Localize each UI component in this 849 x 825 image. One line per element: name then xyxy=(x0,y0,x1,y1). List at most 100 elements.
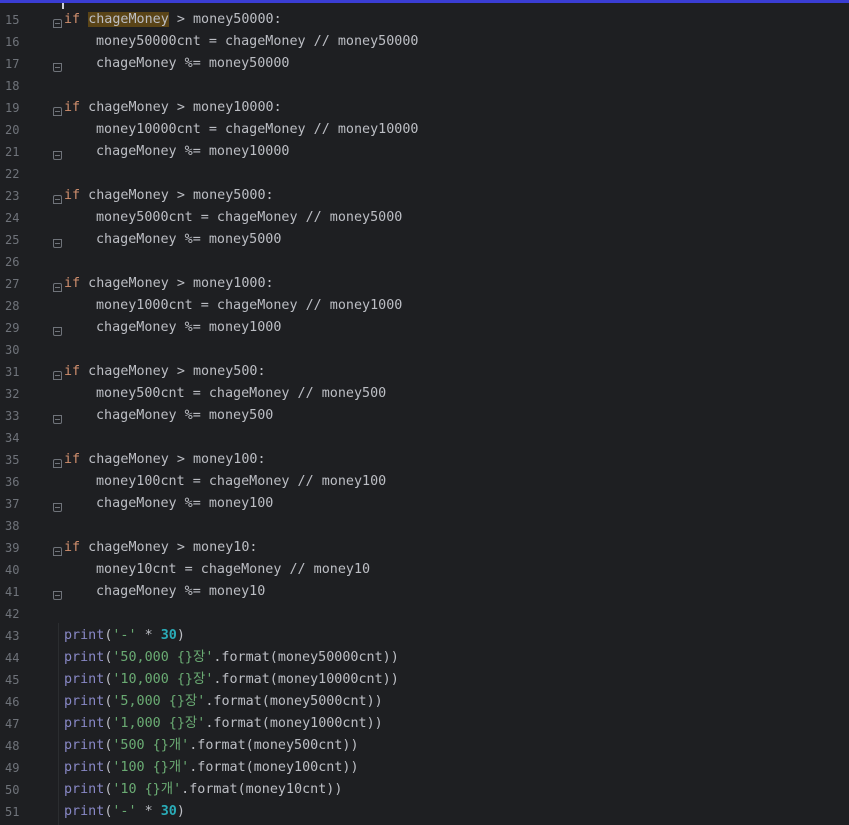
code-line[interactable]: money100cnt = chageMoney // money100 xyxy=(96,471,386,493)
code-token: chageMoney %= money10 xyxy=(96,584,266,599)
line-number: 28 xyxy=(5,299,20,313)
code-line[interactable]: money10cnt = chageMoney // money10 xyxy=(96,559,370,581)
string-token: '5,000 {}장' xyxy=(112,694,206,709)
string-token: '10,000 {}장' xyxy=(112,672,214,687)
code-line[interactable]: print('-' * 30) xyxy=(64,801,185,823)
code-token: chageMoney %= money10000 xyxy=(96,144,290,159)
builtin-token: print xyxy=(64,804,105,819)
code-token: money1000cnt = chageMoney // money1000 xyxy=(96,298,403,313)
code-token: .format(money50000cnt)) xyxy=(213,650,399,665)
code-line[interactable]: money50000cnt = chageMoney // money50000 xyxy=(96,31,418,53)
code-line[interactable]: money1000cnt = chageMoney // money1000 xyxy=(96,295,402,317)
line-number: 50 xyxy=(5,783,20,797)
code-token: money500cnt = chageMoney // money500 xyxy=(96,386,387,401)
line-number: 16 xyxy=(5,35,20,49)
code-line[interactable]: if chageMoney > money10000: xyxy=(64,97,282,119)
fold-close-icon[interactable] xyxy=(53,239,62,248)
string-token: '10 {}개' xyxy=(112,782,182,797)
fold-open-icon[interactable] xyxy=(53,283,62,292)
keyword-token: if xyxy=(64,452,81,467)
code-line[interactable]: print('10,000 {}장'.format(money10000cnt)… xyxy=(64,669,399,691)
line-number: 34 xyxy=(5,431,20,445)
code-token: chageMoney > money500: xyxy=(80,364,266,379)
code-line[interactable]: chageMoney %= money1000 xyxy=(96,317,281,339)
line-number-gutter: 15 16 17 18 19 20 21 22 23 24 25 26 27 28 29 30 31 32 33 34… xyxy=(0,3,44,825)
line-number: 43 xyxy=(5,629,20,643)
line-number: 26 xyxy=(5,255,20,269)
code-line[interactable]: chageMoney %= money10000 xyxy=(96,141,289,163)
code-token: chageMoney %= money5000 xyxy=(96,232,282,247)
code-line[interactable]: if chageMoney > money100: xyxy=(64,449,266,471)
code-line[interactable]: if chageMoney > money50000: xyxy=(64,9,282,31)
line-number: 41 xyxy=(5,585,20,599)
code-line[interactable]: money10000cnt = chageMoney // money10000 xyxy=(96,119,418,141)
fold-close-icon[interactable] xyxy=(53,63,62,72)
number-token: 30 xyxy=(160,628,177,643)
code-token: money100cnt = chageMoney // money100 xyxy=(96,474,387,489)
code-line[interactable]: print('5,000 {}장'.format(money5000cnt)) xyxy=(64,691,383,713)
builtin-token: print xyxy=(64,650,105,665)
code-token: .format(money500cnt)) xyxy=(189,738,359,753)
fold-open-icon[interactable] xyxy=(53,371,62,380)
code-line[interactable]: print('10 {}개'.format(money10cnt)) xyxy=(64,779,342,801)
fold-close-icon[interactable] xyxy=(53,327,62,336)
code-token: .format(money5000cnt)) xyxy=(205,694,383,709)
code-token: money50000cnt = chageMoney // money50000 xyxy=(96,34,419,49)
code-token: chageMoney %= money50000 xyxy=(96,56,290,71)
code-line[interactable]: chageMoney %= money500 xyxy=(96,405,273,427)
keyword-token: if xyxy=(64,276,81,291)
code-line[interactable]: if chageMoney > money10: xyxy=(64,537,258,559)
code-line[interactable]: money5000cnt = chageMoney // money5000 xyxy=(96,207,402,229)
code-token: ) xyxy=(176,804,185,819)
code-line[interactable]: chageMoney %= money100 xyxy=(96,493,273,515)
fold-open-icon[interactable] xyxy=(53,459,62,468)
code-token: * xyxy=(136,628,161,643)
code-line[interactable]: print('500 {}개'.format(money500cnt)) xyxy=(64,735,359,757)
fold-open-icon[interactable] xyxy=(53,107,62,116)
builtin-token: print xyxy=(64,694,105,709)
code-token: chageMoney %= money1000 xyxy=(96,320,282,335)
fold-close-icon[interactable] xyxy=(53,503,62,512)
code-line[interactable]: money500cnt = chageMoney // money500 xyxy=(96,383,386,405)
code-token: .format(money10cnt)) xyxy=(181,782,343,797)
code-token: chageMoney %= money100 xyxy=(96,496,274,511)
code-line[interactable]: chageMoney %= money50000 xyxy=(96,53,289,75)
fold-open-icon[interactable] xyxy=(53,195,62,204)
string-token: '50,000 {}장' xyxy=(112,650,214,665)
code-line[interactable]: print('-' * 30) xyxy=(64,625,185,647)
fold-close-icon[interactable] xyxy=(53,591,62,600)
line-number: 46 xyxy=(5,695,20,709)
code-editor[interactable]: 15 16 17 18 19 20 21 22 23 24 25 26 27 28 29 30 31 32 33 34… xyxy=(0,0,849,825)
code-line[interactable]: if chageMoney > money5000: xyxy=(64,185,274,207)
line-number: 32 xyxy=(5,387,20,401)
code-line[interactable]: print('100 {}개'.format(money100cnt)) xyxy=(64,757,359,779)
line-number: 20 xyxy=(5,123,20,137)
builtin-token: print xyxy=(64,760,105,775)
code-area[interactable]: if chageMoney > money50000: money50000cnt… xyxy=(44,3,849,825)
builtin-token: print xyxy=(64,672,105,687)
line-number: 18 xyxy=(5,79,20,93)
code-line[interactable]: print('1,000 {}장'.format(money1000cnt)) xyxy=(64,713,383,735)
code-token: ) xyxy=(176,628,185,643)
fold-open-icon[interactable] xyxy=(53,19,62,28)
fold-close-icon[interactable] xyxy=(53,415,62,424)
code-line[interactable]: chageMoney %= money10 xyxy=(96,581,265,603)
code-token: money10cnt = chageMoney // money10 xyxy=(96,562,371,577)
code-token: chageMoney %= money500 xyxy=(96,408,274,423)
fold-close-icon[interactable] xyxy=(53,151,62,160)
code-token: chageMoney > money10000: xyxy=(80,100,282,115)
code-line[interactable]: chageMoney %= money5000 xyxy=(96,229,281,251)
fold-open-icon[interactable] xyxy=(53,547,62,556)
code-token: .format(money100cnt)) xyxy=(189,760,359,775)
line-number: 15 xyxy=(5,13,20,27)
line-number: 17 xyxy=(5,57,20,71)
line-number: 33 xyxy=(5,409,20,423)
code-token: * xyxy=(136,804,161,819)
string-token: '1,000 {}장' xyxy=(112,716,206,731)
line-number: 40 xyxy=(5,563,20,577)
code-line[interactable]: if chageMoney > money500: xyxy=(64,361,266,383)
code-line[interactable]: print('50,000 {}장'.format(money50000cnt)… xyxy=(64,647,399,669)
line-number: 42 xyxy=(5,607,20,621)
code-line[interactable]: if chageMoney > money1000: xyxy=(64,273,274,295)
